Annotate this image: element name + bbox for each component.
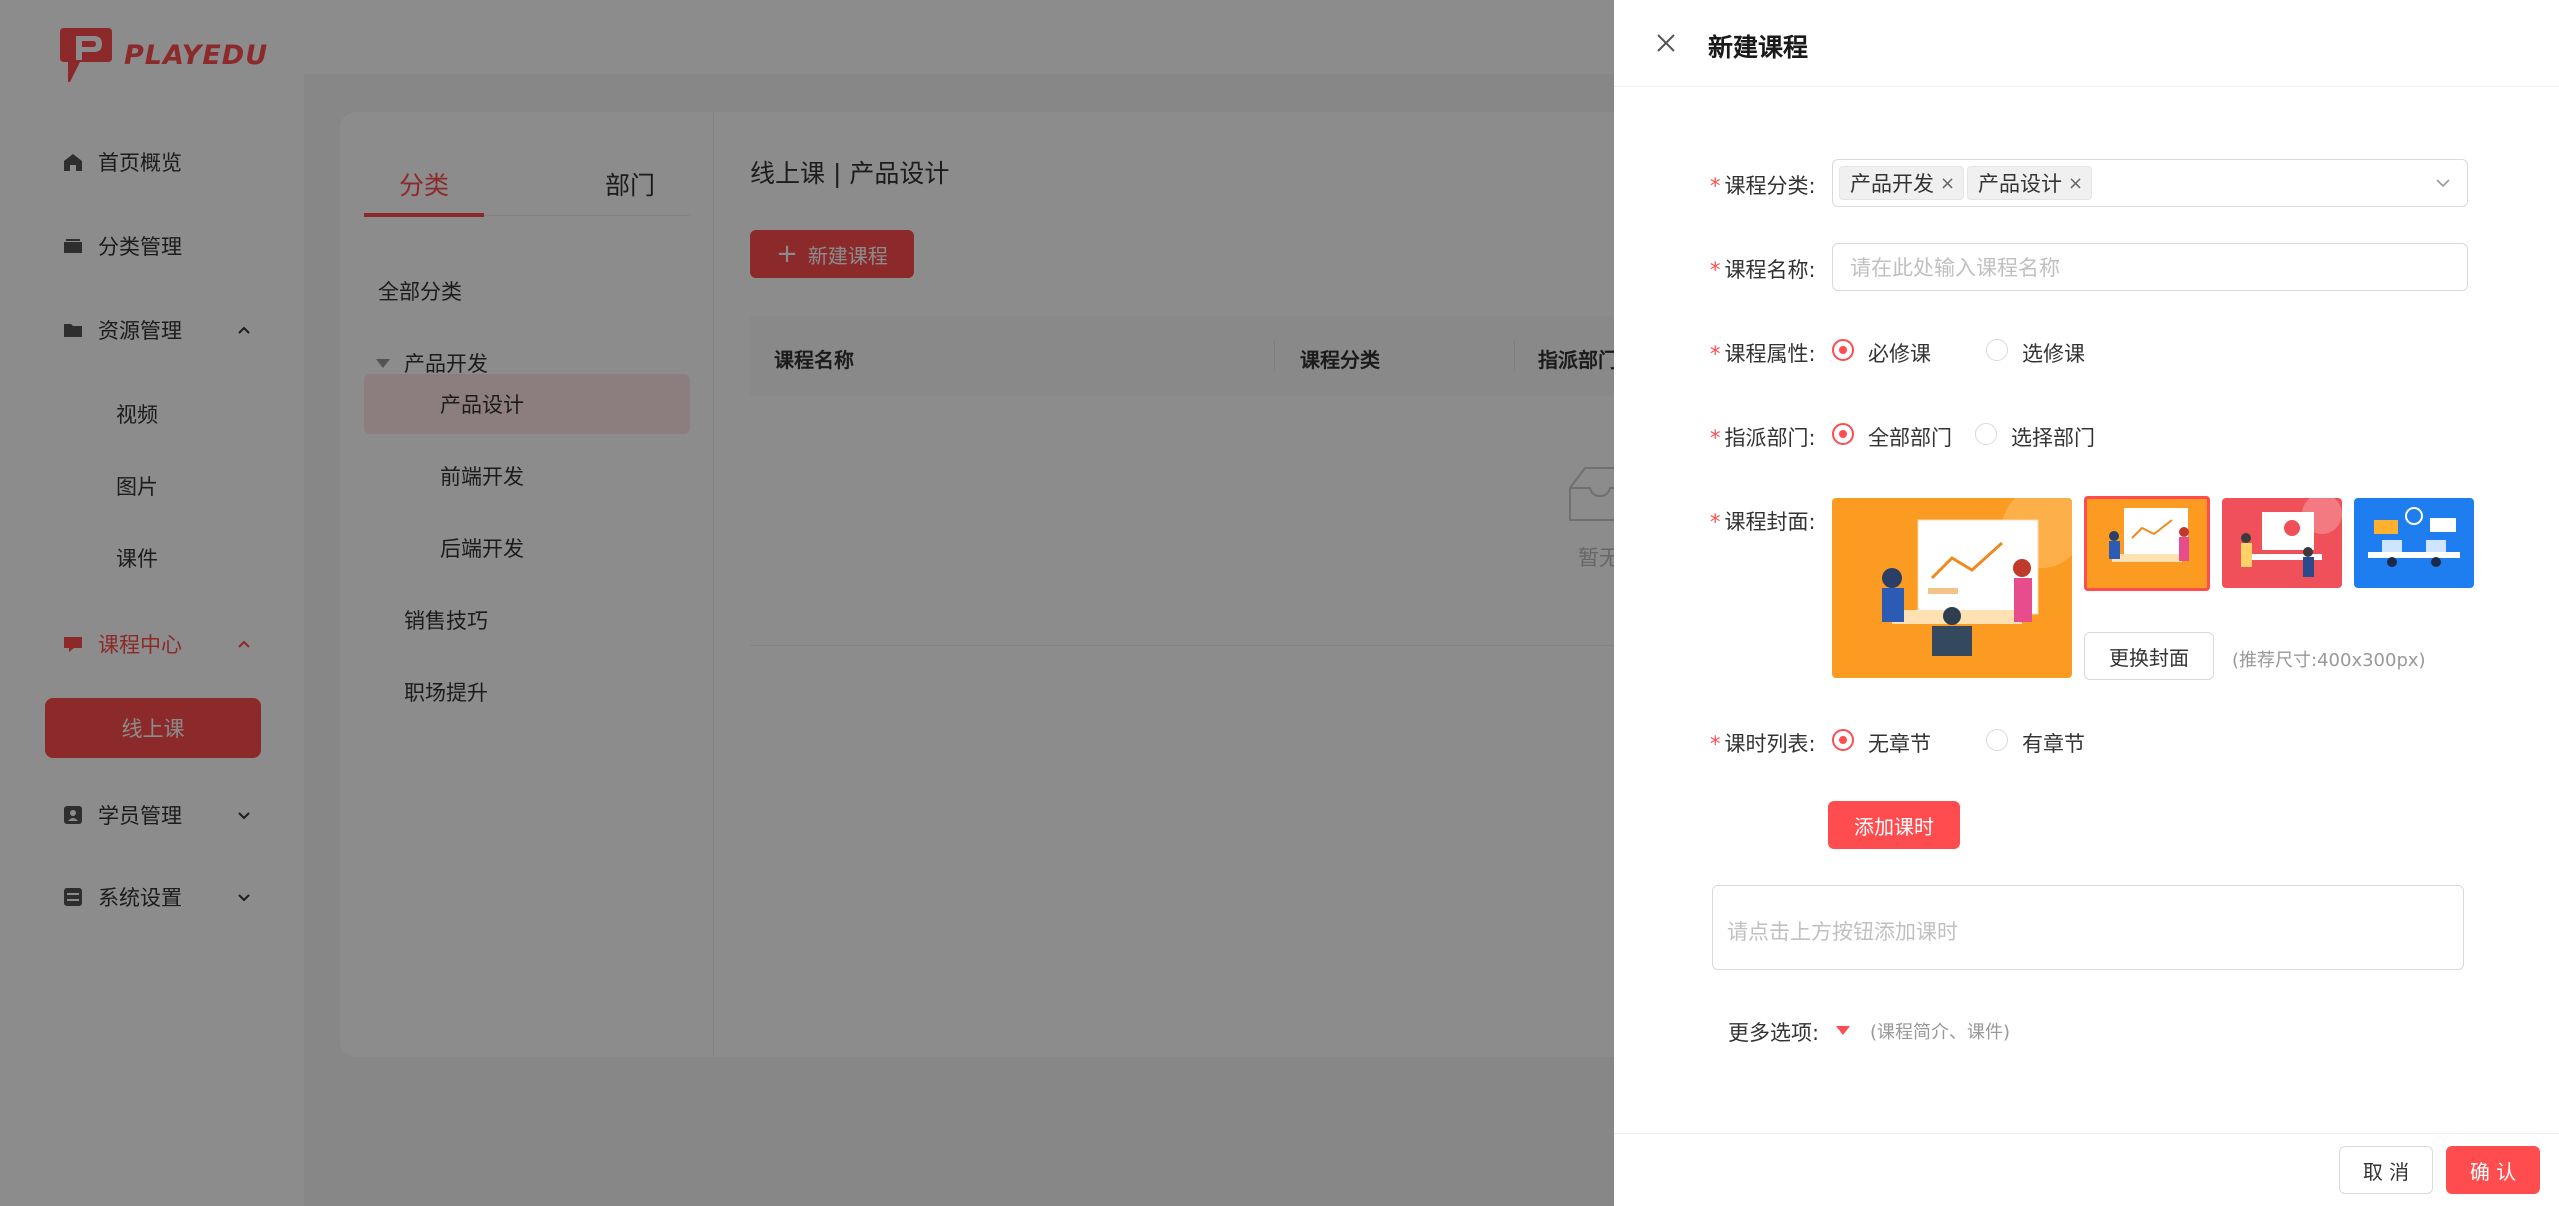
confirm-button[interactable]: 确 认 (2446, 1146, 2540, 1194)
course-name-input[interactable]: 请在此处输入课程名称 (1832, 243, 2468, 291)
category-select[interactable]: 产品开发 × 产品设计 × (1832, 159, 2468, 207)
cancel-button[interactable]: 取 消 (2339, 1146, 2433, 1194)
button-label: 确 认 (2470, 1156, 2516, 1185)
modal-overlay[interactable] (0, 0, 1614, 1206)
button-label: 更换封面 (2109, 642, 2189, 671)
cover-preview (1832, 498, 2072, 678)
required-mark: * (1710, 732, 1721, 756)
label-text: 课程分类: (1725, 174, 1816, 198)
select-department-radio[interactable] (1975, 423, 1997, 445)
lesson-list-placeholder: 请点击上方按钮添加课时 (1727, 920, 1958, 944)
radio-label: 选修课 (2022, 338, 2085, 368)
category-tag: 产品设计 × (1967, 166, 2092, 200)
radio-label: 选择部门 (2011, 422, 2095, 452)
tag-remove-icon[interactable]: × (1940, 173, 1955, 194)
button-label: 添加课时 (1854, 811, 1934, 840)
cover-thumbnail-image (2354, 498, 2474, 588)
input-placeholder: 请在此处输入课程名称 (1850, 252, 2060, 282)
category-tag: 产品开发 × (1839, 166, 1964, 200)
category-field-label: *课程分类: (1710, 170, 1816, 200)
button-label: 取 消 (2363, 1156, 2409, 1185)
with-chapter-radio[interactable] (1986, 729, 2008, 751)
close-icon[interactable] (1656, 33, 1676, 53)
cover-illustration (1832, 498, 2072, 678)
more-options-label: 更多选项: (1728, 1017, 1819, 1047)
tag-label: 产品开发 (1850, 168, 1934, 198)
radio-label: 必修课 (1868, 338, 1931, 368)
radio-label: 全部部门 (1868, 422, 1952, 452)
cover-thumbnail-3[interactable] (2354, 498, 2474, 588)
required-mark: * (1710, 342, 1721, 366)
cover-thumbnail-1[interactable] (2084, 496, 2210, 591)
label-text: 指派部门: (1725, 426, 1816, 450)
cover-size-hint: (推荐尺寸:400x300px) (2232, 646, 2426, 672)
drawer-title: 新建课程 (1708, 28, 1808, 64)
required-mark: * (1710, 510, 1721, 534)
caret-down-icon[interactable] (1836, 1026, 1850, 1035)
more-options-hint: (课程简介、课件) (1870, 1018, 2010, 1044)
drawer-header: 新建课程 (1614, 0, 2559, 87)
label-text: 课时列表: (1725, 732, 1816, 756)
chevron-down-icon[interactable] (2435, 176, 2451, 190)
drawer-footer: 取 消 确 认 (1614, 1133, 2559, 1206)
radio-label: 有章节 (2022, 728, 2085, 758)
required-mark: * (1710, 258, 1721, 282)
lesson-list-area[interactable]: 请点击上方按钮添加课时 (1712, 885, 2464, 970)
tag-remove-icon[interactable]: × (2068, 173, 2083, 194)
name-field-label: *课程名称: (1710, 254, 1816, 284)
lessons-field-label: *课时列表: (1710, 728, 1816, 758)
label-text: 课程名称: (1725, 258, 1816, 282)
cover-field-label: *课程封面: (1710, 506, 1816, 536)
attribute-field-label: *课程属性: (1710, 338, 1816, 368)
cover-thumbnail-image (2222, 498, 2342, 588)
change-cover-button[interactable]: 更换封面 (2084, 632, 2214, 680)
no-chapter-radio[interactable] (1832, 729, 1854, 751)
add-lesson-button[interactable]: 添加课时 (1828, 801, 1960, 849)
radio-label: 无章节 (1868, 728, 1931, 758)
all-departments-radio[interactable] (1832, 423, 1854, 445)
new-course-drawer: 新建课程 *课程分类: 产品开发× 产品设计× *课程名称: 请在此处输入课程名… (1614, 0, 2559, 1206)
cover-thumbnail-image (2084, 496, 2210, 591)
elective-course-radio[interactable] (1986, 339, 2008, 361)
label-text: 课程属性: (1725, 342, 1816, 366)
required-mark: * (1710, 174, 1721, 198)
department-field-label: *指派部门: (1710, 422, 1816, 452)
required-course-radio[interactable] (1832, 339, 1854, 361)
required-mark: * (1710, 426, 1721, 450)
label-text: 课程封面: (1725, 510, 1816, 534)
cover-thumbnail-2[interactable] (2222, 498, 2342, 588)
tag-label: 产品设计 (1978, 168, 2062, 198)
